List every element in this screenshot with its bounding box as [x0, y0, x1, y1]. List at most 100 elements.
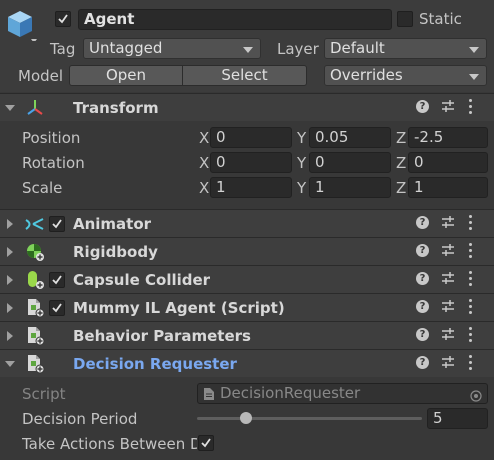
- foldout-collapsed-icon[interactable]: [7, 331, 13, 341]
- rotation-y-input[interactable]: 0: [309, 152, 391, 173]
- kebab-menu-icon[interactable]: [469, 327, 473, 345]
- foldout-expanded-icon[interactable]: [5, 105, 15, 111]
- help-icon[interactable]: ?: [416, 216, 429, 229]
- capsule-collider-icon: [25, 270, 45, 294]
- kebab-menu-icon[interactable]: [469, 299, 473, 317]
- decision-period-slider-track[interactable]: [197, 417, 422, 420]
- transform-title: Transform: [73, 99, 159, 117]
- active-checkbox[interactable]: [55, 11, 71, 27]
- open-button[interactable]: Open: [69, 65, 183, 86]
- scale-x-input[interactable]: 1: [210, 177, 292, 198]
- tag-label: Tag: [50, 40, 76, 58]
- capsule-collider-title: Capsule Collider: [73, 271, 211, 289]
- script-field: DecisionRequester: [197, 383, 488, 404]
- kebab-menu-icon[interactable]: [469, 271, 473, 289]
- script-icon: [25, 298, 45, 322]
- rigidbody-header[interactable]: Rigidbody ?: [0, 237, 494, 265]
- transform-header[interactable]: Transform ?: [0, 93, 494, 121]
- static-label: Static: [419, 10, 462, 28]
- animator-enabled-checkbox[interactable]: [49, 216, 65, 232]
- rigidbody-title: Rigidbody: [73, 243, 158, 261]
- static-checkbox[interactable]: [397, 11, 413, 27]
- animator-title: Animator: [73, 215, 152, 233]
- help-icon[interactable]: ?: [416, 300, 429, 313]
- position-y-axis: Y: [297, 129, 307, 147]
- chevron-down-icon: [243, 47, 253, 53]
- rotation-z-input[interactable]: 0: [408, 152, 488, 173]
- scale-z-axis: Z: [396, 179, 407, 197]
- layer-label: Layer: [277, 40, 319, 58]
- kebab-menu-icon[interactable]: [469, 215, 473, 233]
- scale-z-input[interactable]: 1: [408, 177, 488, 198]
- kebab-menu-icon[interactable]: [469, 99, 473, 117]
- position-x-axis: X: [199, 129, 210, 147]
- kebab-menu-icon[interactable]: [469, 355, 473, 373]
- presets-icon[interactable]: [441, 215, 455, 233]
- animator-header[interactable]: Animator ?: [0, 209, 494, 237]
- presets-icon[interactable]: [441, 243, 455, 261]
- rigidbody-icon: [25, 242, 45, 266]
- rotation-label: Rotation: [22, 154, 85, 172]
- help-icon[interactable]: ?: [416, 272, 429, 285]
- position-x-input[interactable]: 0: [210, 127, 292, 148]
- component-header-actions: ?: [414, 294, 494, 320]
- mummy-agent-title: Mummy IL Agent (Script): [73, 299, 285, 317]
- component-header-actions: ?: [414, 266, 494, 292]
- scale-y-input[interactable]: 1: [309, 177, 391, 198]
- presets-icon[interactable]: [441, 327, 455, 345]
- rotation-y-axis: Y: [297, 154, 307, 172]
- component-header-actions: ?: [414, 94, 494, 120]
- foldout-collapsed-icon[interactable]: [7, 275, 13, 285]
- capsule-collider-enabled-checkbox[interactable]: [49, 272, 65, 288]
- mummy-agent-header[interactable]: Mummy IL Agent (Script) ?: [0, 293, 494, 321]
- gameobject-name-input[interactable]: Agent: [78, 9, 392, 30]
- take-actions-checkbox[interactable]: [198, 435, 214, 451]
- component-header-actions: ?: [414, 238, 494, 264]
- presets-icon[interactable]: [441, 299, 455, 317]
- take-actions-label: Take Actions Between D: [22, 435, 197, 453]
- position-y-input[interactable]: 0.05: [309, 127, 391, 148]
- object-picker-icon[interactable]: [470, 388, 482, 403]
- position-label: Position: [22, 129, 81, 147]
- tag-value: Untagged: [89, 39, 163, 57]
- presets-icon[interactable]: [441, 355, 455, 373]
- overrides-dropdown[interactable]: Overrides: [324, 65, 487, 86]
- presets-icon[interactable]: [441, 99, 455, 117]
- help-icon[interactable]: ?: [416, 356, 429, 369]
- tag-dropdown[interactable]: Untagged: [83, 38, 261, 59]
- animator-icon: [25, 214, 45, 238]
- gameobject-cube-icon[interactable]: [7, 9, 37, 43]
- chevron-down-icon: [469, 47, 479, 53]
- rotation-x-axis: X: [199, 154, 210, 172]
- component-header-actions: ?: [414, 210, 494, 236]
- mummy-agent-enabled-checkbox[interactable]: [49, 300, 65, 316]
- transform-icon: [25, 98, 45, 122]
- decision-requester-title: Decision Requester: [73, 355, 237, 373]
- decision-period-label: Decision Period: [22, 410, 138, 428]
- help-icon[interactable]: ?: [416, 328, 429, 341]
- foldout-collapsed-icon[interactable]: [7, 303, 13, 313]
- layer-dropdown[interactable]: Default: [324, 38, 487, 59]
- decision-requester-header[interactable]: Decision Requester ?: [0, 349, 494, 377]
- chevron-down-icon: [469, 74, 479, 80]
- script-value: DecisionRequester: [220, 384, 361, 402]
- script-file-icon: [203, 387, 215, 403]
- script-icon: [25, 354, 45, 378]
- scale-label: Scale: [22, 179, 63, 197]
- rotation-x-input[interactable]: 0: [210, 152, 292, 173]
- position-z-input[interactable]: -2.5: [408, 127, 488, 148]
- decision-period-input[interactable]: 5: [427, 408, 488, 429]
- capsule-collider-header[interactable]: Capsule Collider ?: [0, 265, 494, 293]
- model-label: Model: [18, 67, 64, 85]
- help-icon[interactable]: ?: [416, 100, 429, 113]
- foldout-collapsed-icon[interactable]: [7, 247, 13, 257]
- foldout-expanded-icon[interactable]: [5, 361, 15, 367]
- behavior-parameters-header[interactable]: Behavior Parameters ?: [0, 321, 494, 349]
- select-button[interactable]: Select: [182, 65, 307, 86]
- help-icon[interactable]: ?: [416, 244, 429, 257]
- presets-icon[interactable]: [441, 271, 455, 289]
- kebab-menu-icon[interactable]: [469, 243, 473, 261]
- foldout-collapsed-icon[interactable]: [7, 219, 13, 229]
- decision-period-slider-thumb[interactable]: [239, 412, 252, 424]
- scale-x-axis: X: [199, 179, 210, 197]
